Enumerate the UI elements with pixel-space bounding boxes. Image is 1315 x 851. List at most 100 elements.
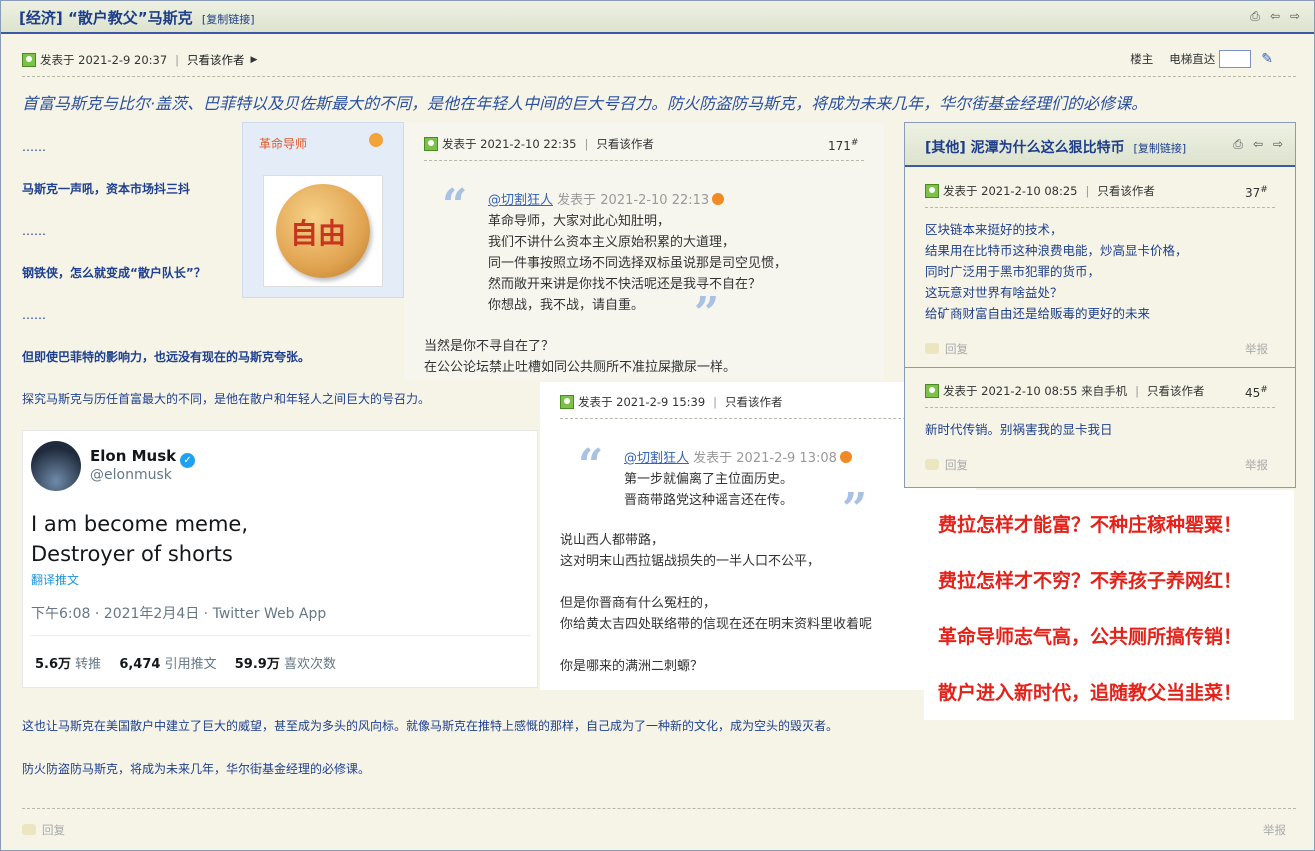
rp-post1-time: 发表于 2021-2-10 08:25 xyxy=(943,184,1078,198)
elevator-label: 电梯直达 xyxy=(1169,52,1216,66)
quote-close-icon: ” xyxy=(842,484,868,535)
reply-line: 这对明末山西拉锯战损失的一半人口不公平， xyxy=(560,554,821,569)
post-line: 同时广泛用于黑市犯罪的货币， xyxy=(925,264,1101,279)
ellipsis-3: …… xyxy=(22,308,46,322)
body-line-5: 这也让马斯克在美国散户中建立了巨大的威望，甚至成为多头的风向标。就像马斯克在推特… xyxy=(22,719,839,733)
post-line: 区块链本来挺好的技术， xyxy=(925,222,1063,237)
report-button[interactable]: 举报 xyxy=(1263,822,1286,838)
body-line-1: 马斯克一声吼，资本市场抖三抖 xyxy=(22,182,191,196)
floor-number[interactable]: 171# xyxy=(828,138,858,153)
quote-close-icon: ” xyxy=(694,288,720,339)
floor-number[interactable]: 45# xyxy=(1245,385,1268,400)
reply1-time: 发表于 2021-2-10 22:35 xyxy=(442,137,577,151)
tweet-author-name[interactable]: Elon Musk ✓ xyxy=(90,447,196,468)
mentor-profile-card: 革命导师 自由 xyxy=(242,122,404,298)
reply-button[interactable]: 回复 xyxy=(22,822,65,838)
rp-post2-text: 新时代传销。别祸害我的显卡我日 xyxy=(925,422,1113,437)
report-button[interactable]: 举报 xyxy=(1245,457,1268,473)
online-user-icon xyxy=(560,395,574,409)
copy-link-button[interactable]: [复制链接] xyxy=(1134,142,1187,155)
quoted-reply-1: 发表于 2021-2-10 22:35 | 只看该作者 171# “ @切割狂人… xyxy=(404,122,884,380)
divider xyxy=(925,207,1275,208)
body-line-2: 钢铁侠，怎么就变成“散户队长”？ xyxy=(22,266,206,280)
floor-label: 楼主 xyxy=(1130,52,1154,66)
tweet-handle[interactable]: @elonmusk xyxy=(90,467,172,483)
title-toolbar: ⎙ ⇦ ⇨ xyxy=(1248,9,1302,23)
rp-post1-meta: 发表于 2021-2-10 08:25 | 只看该作者 xyxy=(925,183,1155,199)
quote-line: 同一件事按照立场不同选择双标虽说那是司空见惯， xyxy=(488,256,788,271)
embedded-thread-title-text: 泥潭为什么这么狠比特币 xyxy=(970,140,1125,156)
retweet-label[interactable]: 转推 xyxy=(75,657,101,672)
reply-line: 当然是你不寻自在了？ xyxy=(424,339,555,354)
tweet-line: I am become meme, xyxy=(31,512,248,536)
avatar[interactable]: 自由 xyxy=(263,175,383,287)
author-only-link[interactable]: 只看该作者 xyxy=(1147,383,1205,399)
prev-thread-icon[interactable]: ⇦ xyxy=(1268,9,1282,23)
rp-post1-text: 区块链本来挺好的技术， 结果用在比特币这种浪费电能，炒高显卡价格， 同时广泛用于… xyxy=(925,219,1188,324)
next-thread-icon[interactable]: ⇨ xyxy=(1288,9,1302,23)
wrench-icon[interactable]: ✎ xyxy=(1261,51,1273,67)
tweet-timestamp[interactable]: 下午6:08 · 2021年2月4日 · Twitter Web App xyxy=(31,603,326,623)
thread-title-text: “散户教父”马斯克 xyxy=(67,9,193,27)
quote-label[interactable]: 引用推文 xyxy=(165,657,217,672)
quote-line: 第一步就偏离了主位面历史。 xyxy=(624,472,794,487)
divider xyxy=(925,407,1275,408)
mentor-name[interactable]: 革命导师 xyxy=(259,135,307,152)
author-only-link[interactable]: 只看该作者 xyxy=(596,136,654,152)
ellipsis-2: …… xyxy=(22,224,46,238)
copy-link-button[interactable]: [复制链接] xyxy=(202,13,255,26)
rp-post2-meta: 发表于 2021-2-10 08:55 来自手机 | 只看该作者 xyxy=(925,383,1205,399)
quote-line: 革命导师，大家对此心知肚明， xyxy=(488,214,671,229)
ellipsis-1: …… xyxy=(22,140,46,154)
next-thread-icon[interactable]: ⇨ xyxy=(1271,137,1285,151)
reply1-meta: 发表于 2021-2-10 22:35 | 只看该作者 xyxy=(424,136,654,152)
body-line-6: 防火防盗防马斯克，将成为未来几年，华尔街基金经理的必修课。 xyxy=(22,762,371,776)
reply1-text: 当然是你不寻自在了？ 在公公论坛禁止吐槽如同公共厕所不准拉屎撒尿一样。 xyxy=(424,336,736,378)
author-only-link[interactable]: 只看该作者 xyxy=(725,394,783,410)
divider xyxy=(424,160,864,161)
print-icon[interactable]: ⎙ xyxy=(1231,137,1245,151)
thread-category[interactable]: [经济] xyxy=(19,9,63,27)
slogan-line: 费拉怎样才不穷？不养孩子养网红！ xyxy=(938,570,1243,592)
embedded-thread-panel: [其他] 泥潭为什么这么狠比特币 [复制链接] ⎙ ⇦ ⇨ 发表于 2021-2… xyxy=(904,122,1296,488)
quote-block: @切割狂人 发表于 2021-2-10 22:13 革命导师，大家对此心知肚明，… xyxy=(488,190,787,316)
mention-link[interactable]: @切割狂人 xyxy=(624,451,689,466)
reply-button[interactable]: 回复 xyxy=(925,341,968,357)
divider xyxy=(22,808,1296,809)
quote-time: 发表于 2021-2-9 13:08 xyxy=(693,451,837,466)
reply-icon xyxy=(22,824,36,835)
verified-badge-icon: ✓ xyxy=(180,453,196,468)
report-button[interactable]: 举报 xyxy=(1245,341,1268,357)
reply-icon xyxy=(925,459,939,470)
mention-link[interactable]: @切割狂人 xyxy=(488,193,553,208)
post-time: 发表于 2021-2-9 20:37 xyxy=(40,53,168,67)
back-arrow-icon[interactable] xyxy=(712,193,725,205)
tweet-line: Destroyer of shorts xyxy=(31,542,233,566)
reply-icon xyxy=(925,343,939,354)
author-only-link[interactable]: 只看该作者 xyxy=(1097,183,1155,199)
avatar[interactable] xyxy=(31,441,81,491)
author-only-link[interactable]: 只看该作者 xyxy=(187,52,245,68)
prev-thread-icon[interactable]: ⇦ xyxy=(1251,137,1265,151)
like-label[interactable]: 喜欢次数 xyxy=(284,657,336,672)
quote-line: 你想战，我不战，请自重。 xyxy=(488,298,645,313)
body-line-4: 探究马斯克与历任首富最大的不同，是他在散户和年轻人之间巨大的号召力。 xyxy=(22,392,431,406)
back-arrow-icon[interactable] xyxy=(839,451,852,463)
embedded-thread-category[interactable]: [其他] xyxy=(925,140,966,156)
quote-line: 我们不讲什么资本主义原始积累的大道理， xyxy=(488,235,736,250)
divider xyxy=(560,418,956,419)
quote-line: 晋商带路党这种谣言还在传。 xyxy=(624,493,794,508)
tweet-text: I am become meme, Destroyer of shorts xyxy=(31,509,248,569)
online-user-icon xyxy=(925,184,939,198)
quote-open-icon: “ xyxy=(578,440,604,491)
print-icon[interactable]: ⎙ xyxy=(1248,9,1262,23)
floor-tools: 楼主 电梯直达 ✎ xyxy=(1130,50,1273,68)
elevator-input[interactable] xyxy=(1219,50,1252,68)
reply-button[interactable]: 回复 xyxy=(925,457,968,473)
reply-line: 你是哪来的满洲二刺螈？ xyxy=(560,659,704,674)
floor-number[interactable]: 37# xyxy=(1245,185,1268,200)
post-line: 给矿商财富自由还是给贩毒的更好的未来 xyxy=(925,306,1151,321)
translate-tweet-link[interactable]: 翻译推文 xyxy=(31,571,79,588)
quote-open-icon: “ xyxy=(442,180,468,231)
tweet-stats: 5.6万 转推 6,474 引用推文 59.9万 喜欢次数 xyxy=(35,653,336,672)
